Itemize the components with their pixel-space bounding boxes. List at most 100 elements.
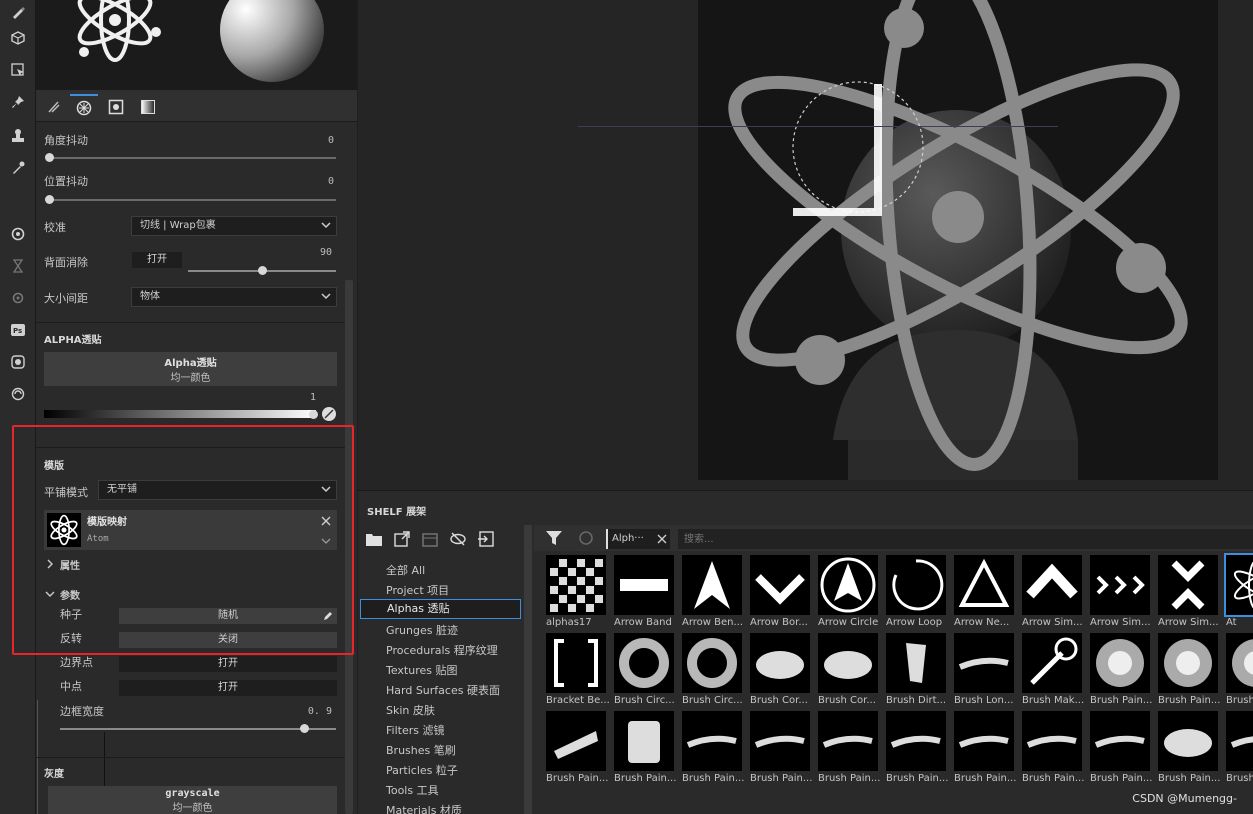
asset-tile[interactable] (1022, 555, 1082, 615)
asset-tile[interactable] (818, 633, 878, 693)
color-picker-icon[interactable] (8, 158, 28, 178)
alignment-dropdown[interactable]: 切线 | Wrap包裹 (131, 216, 337, 236)
folder-icon[interactable] (364, 529, 384, 549)
invert-toggle[interactable]: 关闭 (119, 632, 337, 648)
categories-scrollbar[interactable] (524, 525, 532, 814)
pin-tool-icon[interactable] (8, 92, 28, 112)
camera-capture-icon[interactable] (8, 352, 28, 372)
tile-mode-dropdown[interactable]: 无平铺 (98, 480, 337, 500)
asset-tile[interactable] (954, 711, 1014, 771)
stencil-map-slot[interactable]: 模版映射 Atom (44, 510, 337, 550)
size-spacing-dropdown[interactable]: 物体 (131, 287, 337, 307)
asset-tile[interactable] (954, 633, 1014, 693)
gradient-edit-icon[interactable] (321, 406, 337, 422)
alpha-select-button[interactable]: Alpha透贴 均一颜色 (44, 352, 337, 386)
asset-tile[interactable] (886, 711, 946, 771)
parameters-expander[interactable]: 参数 (60, 587, 80, 602)
category-tools[interactable]: Tools 工具 (386, 782, 439, 798)
asset-tile[interactable] (1158, 555, 1218, 615)
asset-tile[interactable] (614, 711, 674, 771)
seed-random-button[interactable]: 随机 (119, 608, 337, 624)
asset-tile[interactable] (818, 555, 878, 615)
alpha-tab-icon[interactable] (70, 94, 98, 120)
close-icon[interactable] (321, 516, 331, 526)
chevron-down-icon[interactable] (321, 536, 331, 546)
asset-tile[interactable] (1022, 711, 1082, 771)
asset-tile[interactable] (886, 633, 946, 693)
asset-tile[interactable] (1224, 553, 1253, 617)
category-particles[interactable]: Particles 粒子 (386, 762, 458, 778)
alpha-value[interactable]: 1 (286, 392, 316, 403)
asset-tile[interactable] (546, 711, 606, 771)
category-procedurals[interactable]: Procedurals 程序纹理 (386, 642, 498, 658)
center-point-toggle[interactable]: 打开 (119, 680, 337, 696)
asset-tile[interactable] (682, 633, 742, 693)
shelf-search-input[interactable] (678, 529, 1253, 549)
3d-viewport[interactable] (358, 0, 1253, 490)
asset-tile[interactable] (954, 555, 1014, 615)
border-point-toggle[interactable]: 打开 (119, 656, 337, 672)
asset-tile[interactable] (750, 555, 810, 615)
category-hard-surfaces[interactable]: Hard Surfaces 硬表面 (386, 682, 500, 698)
border-width-value[interactable]: 0. 9 (302, 706, 332, 717)
angle-jitter-knob[interactable] (45, 153, 54, 162)
alpha-gradient-slider[interactable] (44, 410, 316, 418)
close-icon[interactable] (657, 534, 667, 544)
asset-tile[interactable] (682, 711, 742, 771)
sync-icon[interactable] (8, 384, 28, 404)
selection-tool-icon[interactable] (8, 60, 28, 80)
hourglass-icon[interactable] (8, 256, 28, 276)
category-skin[interactable]: Skin 皮肤 (386, 702, 435, 718)
backface-cull-value[interactable]: 90 (302, 247, 332, 258)
gear-small-icon[interactable] (8, 288, 28, 308)
backface-cull-knob[interactable] (258, 266, 267, 275)
asset-tile[interactable] (1090, 633, 1150, 693)
asset-tile[interactable] (1022, 633, 1082, 693)
chevron-down-icon[interactable] (45, 589, 55, 599)
asset-tile[interactable] (1158, 633, 1218, 693)
asset-tile[interactable] (546, 555, 606, 615)
category-all[interactable]: 全部 All (386, 562, 425, 578)
asset-tile[interactable] (750, 711, 810, 771)
asset-tile[interactable] (750, 633, 810, 693)
refresh-icon[interactable] (578, 530, 594, 546)
angle-jitter-value[interactable]: 0 (304, 135, 334, 146)
export-icon[interactable] (476, 529, 496, 549)
position-jitter-value[interactable]: 0 (304, 176, 334, 187)
brush-tab-icon[interactable] (40, 94, 68, 120)
projection-cube-icon[interactable] (8, 28, 28, 48)
position-jitter-knob[interactable] (45, 195, 54, 204)
viewport-render-area[interactable] (698, 0, 1218, 480)
asset-tile[interactable] (1226, 633, 1253, 693)
asset-tile[interactable] (614, 633, 674, 693)
category-brushes[interactable]: Brushes 笔刷 (386, 742, 456, 758)
clone-stamp-icon[interactable] (8, 126, 28, 146)
asset-tile[interactable] (614, 555, 674, 615)
alphas-filter-tag[interactable]: Alph··· (606, 529, 670, 549)
backface-cull-toggle[interactable]: 打开 (132, 252, 182, 268)
calendar-icon[interactable] (420, 529, 440, 549)
chevron-right-icon[interactable] (45, 559, 55, 569)
material-tab-icon[interactable] (134, 94, 162, 120)
asset-tile[interactable] (1158, 711, 1218, 771)
asset-tile[interactable] (818, 711, 878, 771)
asset-tile[interactable] (1090, 711, 1150, 771)
category-textures[interactable]: Textures 贴图 (386, 662, 458, 678)
properties-scrollbar[interactable] (345, 280, 353, 814)
asset-tile[interactable] (546, 633, 606, 693)
paint-brush-tool-icon[interactable] (8, 2, 28, 22)
border-width-slider[interactable] (60, 728, 336, 730)
category-alphas[interactable]: Alphas 透贴 (360, 599, 521, 619)
stencil-tab-icon[interactable] (102, 94, 130, 120)
filter-icon[interactable] (546, 531, 562, 545)
category-materials[interactable]: Materials 材质 (386, 802, 462, 814)
category-grunges[interactable]: Grunges 脏迹 (386, 622, 458, 638)
border-width-knob[interactable] (300, 724, 309, 733)
bake-tool-icon[interactable] (8, 224, 28, 244)
asset-tile[interactable] (1090, 555, 1150, 615)
alpha-gradient-knob[interactable] (309, 410, 318, 419)
grayscale-select-button[interactable]: grayscale 均一颜色 (48, 786, 337, 814)
position-jitter-slider[interactable] (48, 199, 336, 201)
import-icon[interactable] (392, 529, 412, 549)
category-filters[interactable]: Filters 滤镜 (386, 722, 444, 738)
